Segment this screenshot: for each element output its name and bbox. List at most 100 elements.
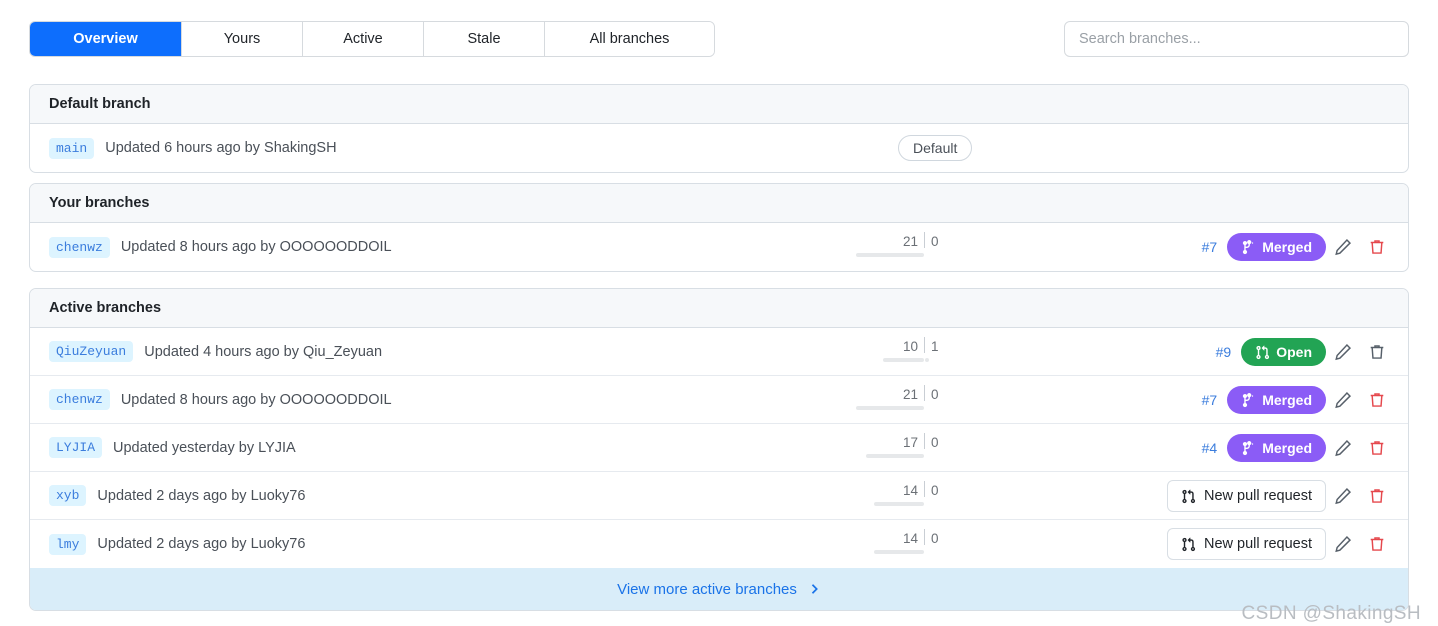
pencil-icon xyxy=(1335,487,1352,505)
branch-name-chip[interactable]: main xyxy=(49,137,95,159)
branch-meta: Updated 4 hours ago by Qiu_Zeyuan xyxy=(144,343,383,360)
git-pull-request-icon xyxy=(1182,537,1196,551)
row-actions: #4 Merged xyxy=(1202,424,1394,472)
ahead-behind-bar xyxy=(852,253,948,257)
git-merge-icon xyxy=(1243,440,1254,455)
pencil-icon xyxy=(1335,439,1352,457)
branch-meta: Updated 6 hours ago by ShakingSH xyxy=(105,140,337,156)
table-row: lmy Updated 2 days ago by Luoky76 14 0 N… xyxy=(30,520,1408,568)
delete-branch-button[interactable] xyxy=(1360,230,1394,264)
ahead-bar xyxy=(874,502,924,506)
row-actions: New pull request xyxy=(1167,520,1394,568)
branch-name-chip[interactable]: lmy xyxy=(49,533,87,555)
status-badge[interactable]: Merged xyxy=(1227,386,1326,414)
status-badge-label: Open xyxy=(1276,344,1312,360)
pencil-icon xyxy=(1335,535,1352,553)
edit-branch-button[interactable] xyxy=(1326,335,1360,369)
branch-meta: Updated 2 days ago by Luoky76 xyxy=(97,487,306,504)
ahead-count: 17 xyxy=(902,435,918,450)
table-row: chenwz Updated 8 hours ago by OOOOOODDOI… xyxy=(30,376,1408,424)
new-pull-request-button[interactable]: New pull request xyxy=(1167,528,1326,560)
edit-branch-button[interactable] xyxy=(1326,431,1360,465)
behind-count: 0 xyxy=(931,435,939,450)
pull-request-number[interactable]: #4 xyxy=(1202,440,1218,456)
trash-icon xyxy=(1370,345,1384,359)
branch-filter-tabs: Overview Yours Active Stale All branches xyxy=(29,21,715,57)
ahead-bar xyxy=(856,253,924,257)
pull-request-number[interactable]: #9 xyxy=(1216,344,1232,360)
new-pull-request-label: New pull request xyxy=(1204,536,1312,552)
tab-yours[interactable]: Yours xyxy=(182,22,303,56)
ahead-count: 14 xyxy=(902,483,918,498)
tab-overview[interactable]: Overview xyxy=(30,22,182,56)
pull-request-number[interactable]: #7 xyxy=(1202,392,1218,408)
edit-branch-button[interactable] xyxy=(1326,383,1360,417)
table-row: QiuZeyuan Updated 4 hours ago by Qiu_Zey… xyxy=(30,328,1408,376)
row-actions: #9 Open xyxy=(1216,328,1394,376)
tab-stale[interactable]: Stale xyxy=(424,22,545,56)
ahead-bar xyxy=(856,406,924,410)
tab-active[interactable]: Active xyxy=(303,22,424,56)
behind-count: 0 xyxy=(931,234,939,249)
default-branch-panel: Default branch main Updated 6 hours ago … xyxy=(29,84,1409,173)
trash-icon xyxy=(1370,240,1384,254)
table-row: chenwz Updated 8 hours ago by OOOOOODDOI… xyxy=(30,223,1408,271)
delete-branch-button[interactable] xyxy=(1360,527,1394,561)
pull-request-number[interactable]: #7 xyxy=(1202,239,1218,255)
ahead-behind-graph: 21 0 xyxy=(852,223,948,271)
branch-name-chip[interactable]: QiuZeyuan xyxy=(49,341,134,362)
tab-all-branches[interactable]: All branches xyxy=(545,22,714,56)
your-branches-heading: Your branches xyxy=(30,184,1408,223)
behind-bar xyxy=(925,358,929,362)
git-pull-request-icon xyxy=(1182,489,1196,503)
delete-branch-button[interactable] xyxy=(1360,335,1394,369)
new-pull-request-button[interactable]: New pull request xyxy=(1167,480,1326,512)
delete-branch-button[interactable] xyxy=(1360,479,1394,513)
active-branches-panel: Active branches QiuZeyuan Updated 4 hour… xyxy=(29,288,1409,611)
default-branch-heading: Default branch xyxy=(30,85,1408,124)
ahead-count: 21 xyxy=(902,234,918,249)
trash-icon xyxy=(1370,537,1384,551)
behind-count: 0 xyxy=(931,483,939,498)
status-badge[interactable]: Open xyxy=(1241,338,1326,366)
git-merge-icon xyxy=(1243,239,1254,254)
delete-branch-button[interactable] xyxy=(1360,431,1394,465)
git-merge-icon xyxy=(1243,392,1254,407)
ahead-behind-bar xyxy=(852,454,948,458)
branch-name-chip[interactable]: LYJIA xyxy=(49,437,103,458)
trash-icon xyxy=(1370,489,1384,503)
branch-name-chip[interactable]: chenwz xyxy=(49,236,110,258)
table-row: LYJIA Updated yesterday by LYJIA 17 0 #4 xyxy=(30,424,1408,472)
ahead-behind-bar xyxy=(852,550,948,554)
active-branches-heading: Active branches xyxy=(30,289,1408,328)
edit-branch-button[interactable] xyxy=(1326,527,1360,561)
status-badge-label: Merged xyxy=(1262,392,1312,408)
branch-meta: Updated yesterday by LYJIA xyxy=(113,439,296,456)
branch-meta: Updated 8 hours ago by OOOOOODDOIL xyxy=(120,391,392,408)
row-actions: New pull request xyxy=(1167,472,1394,520)
branch-name-chip[interactable]: xyb xyxy=(49,485,87,506)
status-badge[interactable]: Merged xyxy=(1227,434,1326,462)
behind-count: 0 xyxy=(931,531,939,546)
ahead-behind-graph: 21 0 xyxy=(852,376,948,424)
ahead-bar xyxy=(874,550,924,554)
default-branch-row: main Updated 6 hours ago by ShakingSH De… xyxy=(30,124,1408,172)
status-badge[interactable]: Merged xyxy=(1227,233,1326,261)
ahead-behind-graph: 14 0 xyxy=(852,472,948,520)
search-input[interactable] xyxy=(1064,21,1409,57)
edit-branch-button[interactable] xyxy=(1326,230,1360,264)
ahead-count: 10 xyxy=(902,339,918,354)
default-badge[interactable]: Default xyxy=(898,135,973,161)
behind-count: 1 xyxy=(931,339,939,354)
view-more-active-branches-link[interactable]: View more active branches xyxy=(30,568,1408,610)
trash-icon xyxy=(1370,393,1384,407)
edit-branch-button[interactable] xyxy=(1326,479,1360,513)
status-badge-label: Merged xyxy=(1262,440,1312,456)
view-more-label: View more active branches xyxy=(617,580,797,598)
delete-branch-button[interactable] xyxy=(1360,383,1394,417)
ahead-behind-bar xyxy=(852,406,948,410)
toolbar: Overview Yours Active Stale All branches xyxy=(0,0,1438,76)
branch-name-chip[interactable]: chenwz xyxy=(49,389,110,410)
chevron-right-icon xyxy=(811,584,818,594)
ahead-count: 21 xyxy=(902,387,918,402)
